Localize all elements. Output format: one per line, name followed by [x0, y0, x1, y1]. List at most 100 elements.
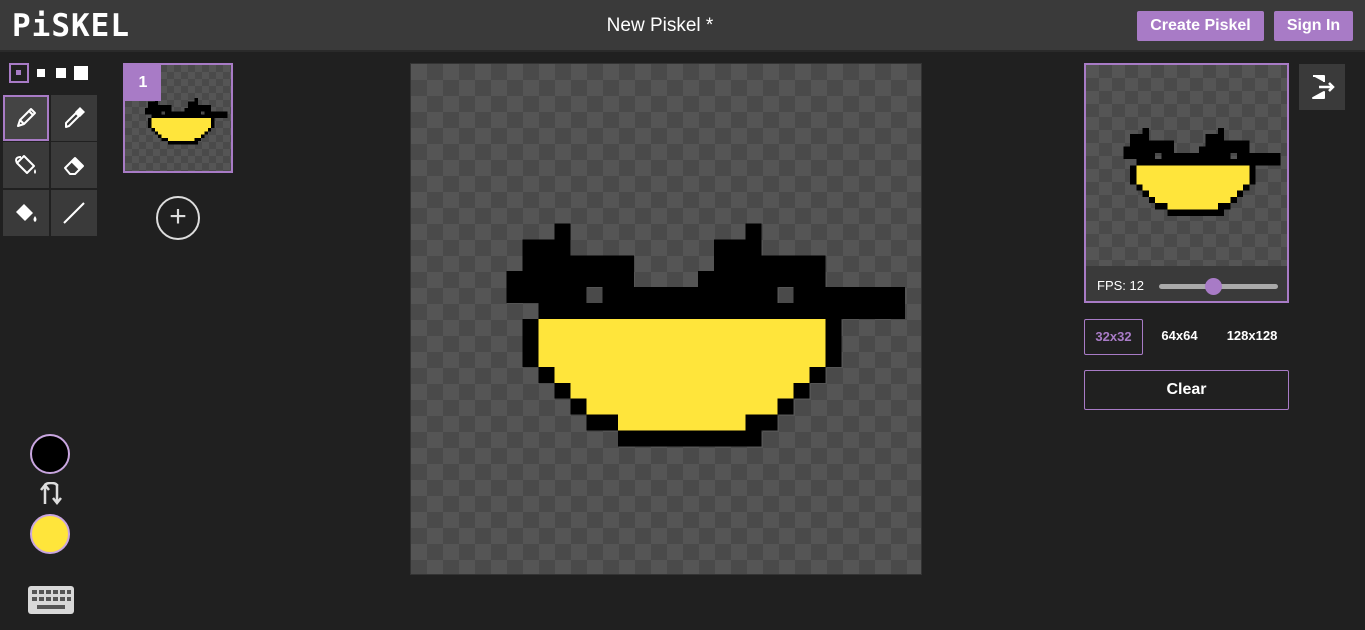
sprite-pixel-block: [154, 127, 208, 132]
sprite-pixel-block: [1249, 165, 1256, 185]
sprite-pixel-block: [825, 319, 842, 367]
sprite-pixel-block: [618, 414, 746, 431]
sprite-pixel-block: [538, 319, 826, 367]
sprite-pixel-block: [522, 319, 539, 367]
color-picker-tool[interactable]: [51, 95, 97, 141]
pencil-icon: [17, 108, 36, 127]
sprite-pixel-block: [554, 366, 810, 383]
sprite-pixel-block: [197, 104, 212, 112]
sprite-pixel-block: [1155, 196, 1231, 204]
sprite-pixel-block: [211, 118, 215, 128]
sprite-pixel-block: [151, 114, 212, 118]
sprite-pixel-block: [158, 131, 205, 135]
sprite-pixel-block: [1129, 134, 1149, 147]
export-button[interactable]: [1299, 64, 1345, 110]
create-piskel-button[interactable]: Create Piskel: [1137, 11, 1264, 41]
resize-32-button[interactable]: 32x32: [1084, 319, 1143, 355]
keyboard-icon[interactable]: [27, 585, 75, 615]
line-icon: [63, 202, 85, 224]
sprite-pixel-block: [161, 134, 202, 138]
sprite-pixel-block: [1142, 190, 1149, 197]
pen-size-2[interactable]: [37, 69, 45, 77]
fps-slider-knob[interactable]: [1205, 278, 1223, 295]
primary-color-swatch[interactable]: [30, 434, 70, 474]
sprite-pixel-block: [194, 137, 202, 142]
sprite-pixel-block: [1136, 184, 1143, 191]
sprite-pixel-block: [1142, 184, 1244, 191]
sprite-pixel-block: [1155, 203, 1168, 210]
sprite-pixel-block: [554, 382, 571, 399]
sprite-pixel-block: [158, 104, 172, 112]
resize-64-button[interactable]: 64x64: [1150, 319, 1209, 355]
sprite-pixel-block: [570, 255, 635, 288]
plus-icon: +: [169, 200, 187, 233]
sprite-pixel-block: [201, 134, 205, 138]
sprite-pixel-block: [618, 430, 762, 447]
secondary-color-swatch[interactable]: [30, 514, 70, 554]
preview-sprite: [1123, 127, 1281, 216]
pen-tool[interactable]: [3, 95, 49, 141]
sprite-pixel-block: [1217, 203, 1231, 210]
sprite-pixel-block: [204, 131, 208, 135]
pen-size-1[interactable]: [9, 63, 29, 83]
sprite-pixel-block: [522, 239, 571, 272]
sprite-pixel-block: [745, 414, 778, 431]
canvas-sprite: [506, 223, 906, 447]
sprite-pixel-block: [148, 118, 152, 128]
sprite-pixel-block: [148, 101, 159, 109]
sprite-pixel-block: [1167, 203, 1218, 210]
swap-colors-icon[interactable]: [38, 482, 64, 506]
sprite-pixel-block: [1205, 134, 1225, 147]
sprite-pixel-block: [538, 366, 555, 383]
fps-slider[interactable]: [1159, 278, 1278, 295]
paint-bucket-icon: [15, 155, 36, 174]
eraser-icon: [64, 157, 84, 175]
eyedropper-icon: [65, 107, 85, 128]
sprite-pixel-block: [1243, 184, 1250, 191]
sprite-pixel-block: [1148, 140, 1174, 153]
top-bar: PiSKEL New Piskel * Create Piskel Sign I…: [0, 0, 1365, 52]
sprite-pixel-block: [168, 141, 198, 145]
sprite-pixel-block: [538, 303, 826, 319]
drawing-canvas[interactable]: [410, 63, 922, 575]
sprite-pixel-block: [168, 137, 195, 142]
fill-drop-icon: [16, 204, 37, 222]
sprite-pixel-block: [586, 398, 778, 415]
line-tool[interactable]: [51, 190, 97, 236]
document-title[interactable]: New Piskel *: [0, 15, 1320, 37]
resize-128-button[interactable]: 128x128: [1216, 319, 1288, 355]
frame-number: 1: [125, 65, 161, 101]
add-frame-button[interactable]: +: [156, 196, 200, 240]
sprite-pixel-block: [1136, 165, 1250, 185]
sprite-pixel-block: [154, 131, 159, 135]
sprite-pixel-block: [1224, 140, 1250, 153]
sprite-pixel-block: [761, 255, 826, 288]
sprite-pixel-block: [1148, 190, 1237, 197]
sprite-pixel-block: [570, 398, 587, 415]
pen-size-4[interactable]: [74, 66, 88, 80]
eraser-tool[interactable]: [51, 142, 97, 188]
sprite-pixel-block: [793, 382, 810, 399]
sprite-pixel-block: [1167, 209, 1225, 216]
color-fill-tool[interactable]: [3, 190, 49, 236]
sprite-pixel-block: [187, 101, 198, 109]
export-icon: [1312, 75, 1335, 99]
sprite-pixel-block: [158, 134, 162, 138]
paint-bucket-tool[interactable]: [3, 142, 49, 188]
sprite-pixel-block: [161, 137, 169, 142]
sprite-pixel-block: [777, 398, 794, 415]
sprite-pixel-block: [207, 127, 212, 132]
fps-label: FPS: 12: [1097, 278, 1144, 293]
sprite-pixel-block: [570, 382, 794, 399]
sprite-pixel-block: [151, 118, 212, 128]
sprite-pixel-block: [809, 366, 826, 383]
frame-thumbnail[interactable]: 1: [123, 63, 233, 173]
sign-in-button[interactable]: Sign In: [1274, 11, 1353, 41]
sprite-pixel-block: [1129, 165, 1137, 185]
sprite-pixel-block: [713, 239, 762, 272]
animation-preview: FPS: 12: [1084, 63, 1289, 303]
pen-size-3[interactable]: [56, 68, 66, 78]
sprite-pixel-block: [151, 127, 155, 132]
clear-button[interactable]: Clear: [1084, 370, 1289, 410]
sprite-pixel-block: [1236, 190, 1244, 197]
